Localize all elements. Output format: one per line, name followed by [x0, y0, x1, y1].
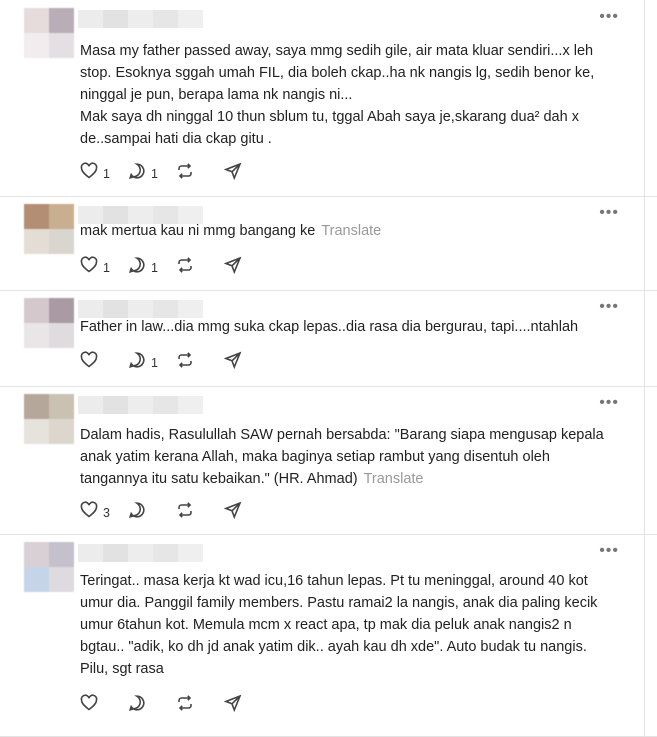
- text-line: Father in law...dia mmg suka ckap lepas.…: [80, 319, 579, 335]
- like-button[interactable]: 1: [80, 256, 128, 279]
- repost-icon: [176, 501, 194, 524]
- action-bar: 11: [80, 256, 272, 279]
- reply-text: mak mertua kau ni mmg bangang ke Translat…: [80, 220, 617, 242]
- share-icon: [223, 162, 242, 185]
- reply-icon: [128, 162, 146, 185]
- heart-icon: [80, 162, 98, 185]
- reply-icon: [128, 694, 146, 717]
- post-divider: [644, 0, 645, 196]
- reply-text: Teringat.. masa kerja kt wad icu,16 tahu…: [80, 570, 617, 680]
- share-icon: [223, 351, 242, 374]
- reply-count: 1: [151, 355, 158, 370]
- username-blurred[interactable]: [78, 396, 203, 414]
- post-divider: [644, 386, 645, 534]
- action-bar: 11: [80, 162, 272, 185]
- more-options-icon[interactable]: •••: [599, 9, 619, 25]
- reply-icon: [128, 351, 146, 374]
- share-button[interactable]: [223, 351, 272, 374]
- text-line: Mak saya dh ninggal 10 thun sblum tu, tg…: [80, 109, 579, 147]
- avatar[interactable]: [24, 204, 74, 254]
- reply-text: Dalam hadis, Rasulullah SAW pernah bersa…: [80, 424, 617, 490]
- like-button[interactable]: [80, 694, 128, 717]
- reply-button[interactable]: [128, 694, 176, 717]
- share-button[interactable]: [223, 501, 272, 524]
- avatar[interactable]: [24, 542, 74, 592]
- translate-link[interactable]: Translate: [364, 471, 424, 487]
- heart-icon: [80, 694, 98, 717]
- reply-button[interactable]: 1: [128, 351, 176, 374]
- reply-button[interactable]: [128, 501, 176, 524]
- like-count: 1: [103, 260, 110, 275]
- heart-icon: [80, 256, 98, 279]
- more-options-icon[interactable]: •••: [599, 395, 619, 411]
- repost-button[interactable]: [176, 162, 224, 185]
- action-bar: 3: [80, 501, 272, 524]
- reply-button[interactable]: 1: [128, 162, 176, 185]
- more-options-icon[interactable]: •••: [599, 299, 619, 315]
- reply-count: 1: [151, 166, 158, 181]
- repost-button[interactable]: [176, 351, 224, 374]
- like-count: 3: [103, 505, 110, 520]
- reply-count: 1: [151, 260, 158, 275]
- text-line: mak mertua kau ni mmg bangang ke: [80, 223, 316, 239]
- repost-button[interactable]: [176, 256, 224, 279]
- post-divider: [644, 534, 645, 736]
- more-options-icon[interactable]: •••: [599, 543, 619, 559]
- repost-icon: [176, 694, 194, 717]
- share-button[interactable]: [223, 694, 272, 717]
- share-icon: [223, 256, 242, 279]
- action-bar: 1: [80, 351, 272, 374]
- like-count: 1: [103, 166, 110, 181]
- repost-button[interactable]: [176, 694, 224, 717]
- like-button[interactable]: 1: [80, 162, 128, 185]
- text-line: Masa my father passed away, saya mmg sed…: [80, 43, 595, 103]
- more-options-icon[interactable]: •••: [599, 205, 619, 221]
- translate-link[interactable]: Translate: [321, 223, 381, 239]
- share-icon: [223, 694, 242, 717]
- reply-icon: [128, 501, 146, 524]
- avatar[interactable]: [24, 8, 74, 58]
- reply-text: Father in law...dia mmg suka ckap lepas.…: [80, 316, 617, 338]
- username-blurred[interactable]: [78, 10, 203, 28]
- heart-icon: [80, 351, 98, 374]
- text-line: Teringat.. masa kerja kt wad icu,16 tahu…: [80, 573, 598, 677]
- action-bar: [80, 694, 272, 717]
- repost-button[interactable]: [176, 501, 224, 524]
- share-button[interactable]: [223, 256, 272, 279]
- repost-icon: [176, 256, 194, 279]
- reply-button[interactable]: 1: [128, 256, 176, 279]
- avatar[interactable]: [24, 394, 74, 444]
- post-divider: [644, 196, 645, 290]
- like-button[interactable]: 3: [80, 501, 128, 524]
- reply-text: Masa my father passed away, saya mmg sed…: [80, 40, 617, 150]
- like-button[interactable]: [80, 351, 128, 374]
- share-button[interactable]: [223, 162, 272, 185]
- post-divider: [644, 290, 645, 386]
- avatar[interactable]: [24, 298, 74, 348]
- text-line: Dalam hadis, Rasulullah SAW pernah bersa…: [80, 427, 604, 487]
- repost-icon: [176, 351, 194, 374]
- username-blurred[interactable]: [78, 544, 203, 562]
- heart-icon: [80, 501, 98, 524]
- repost-icon: [176, 162, 194, 185]
- share-icon: [223, 501, 242, 524]
- reply-icon: [128, 256, 146, 279]
